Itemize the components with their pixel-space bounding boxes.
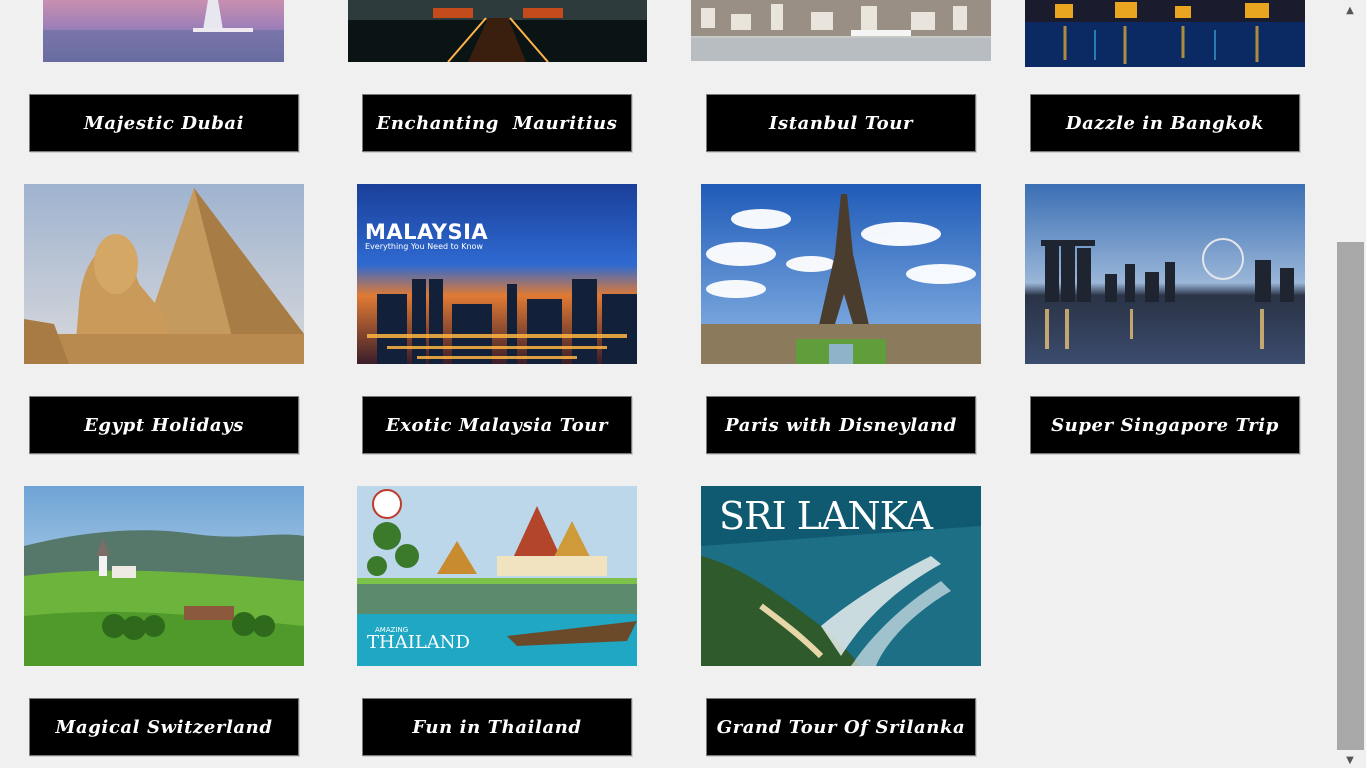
tour-button-magical-switzerland[interactable]: Magical Switzerland [29, 698, 299, 756]
dubai-image[interactable] [43, 0, 284, 62]
mauritius-image[interactable] [348, 0, 647, 62]
scrollbar-thumb[interactable] [1337, 242, 1364, 750]
malaysia-subtitle-text: Everything You Need to Know [365, 242, 483, 251]
srilanka-title-text: SRI LANKA [719, 494, 933, 538]
thailand-title-text: THAILAND [367, 632, 470, 653]
paris-image[interactable] [701, 184, 981, 364]
tour-button-egypt-holidays[interactable]: Egypt Holidays [29, 396, 299, 454]
istanbul-image[interactable] [691, 0, 991, 61]
egypt-image[interactable] [24, 184, 304, 364]
tour-button-paris-with-disneyland[interactable]: Paris with Disneyland [706, 396, 976, 454]
bangkok-image[interactable] [1025, 0, 1305, 67]
tour-button-fun-in-thailand[interactable]: Fun in Thailand [362, 698, 632, 756]
tour-button-exotic-malaysia-tour[interactable]: Exotic Malaysia Tour [362, 396, 632, 454]
malaysia-title-text: MALAYSIA [365, 220, 489, 244]
thailand-image[interactable]: AMAZING THAILAND [357, 486, 637, 666]
tour-button-istanbul-tour[interactable]: Istanbul Tour [706, 94, 976, 152]
malaysia-image[interactable]: MALAYSIA Everything You Need to Know [357, 184, 637, 364]
tour-button-super-singapore-trip[interactable]: Super Singapore Trip [1030, 396, 1300, 454]
switzerland-image[interactable] [24, 486, 304, 666]
tour-button-majestic-dubai[interactable]: Majestic Dubai [29, 94, 299, 152]
tour-button-dazzle-in-bangkok[interactable]: Dazzle in Bangkok [1030, 94, 1300, 152]
tour-button-grand-tour-of-srilanka[interactable]: Grand Tour Of Srilanka [706, 698, 976, 756]
scroll-up-arrow-icon[interactable]: ▲ [1340, 2, 1360, 18]
singapore-image[interactable] [1025, 184, 1305, 364]
tour-button-enchanting-mauritius[interactable]: Enchanting Mauritius [362, 94, 632, 152]
scroll-down-arrow-icon[interactable]: ▼ [1340, 752, 1360, 768]
srilanka-image[interactable]: SRI LANKA [701, 486, 981, 666]
